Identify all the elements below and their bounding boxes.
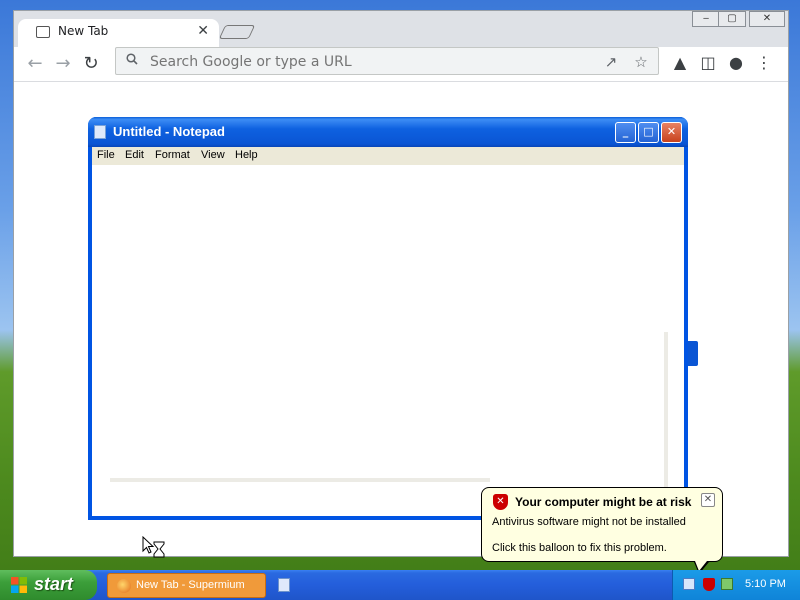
menu-help[interactable]: Help bbox=[235, 149, 258, 161]
start-button[interactable]: start bbox=[0, 570, 97, 600]
menu-file[interactable]: File bbox=[97, 149, 115, 161]
notepad-menu-bar: File Edit Format View Help bbox=[92, 147, 684, 165]
extensions-icon[interactable]: ▲ bbox=[669, 52, 691, 74]
balloon-close-button[interactable]: ✕ bbox=[701, 493, 715, 507]
tab-new-tab[interactable]: New Tab ✕ bbox=[18, 19, 219, 47]
share-icon[interactable]: ↗ bbox=[602, 53, 620, 71]
browser-toolbar: ← → ↻ ↗ ☆ ▲ ◫ ● ⋮ bbox=[14, 47, 788, 82]
taskbar: start New Tab - Supermium 5:10 PM bbox=[0, 570, 800, 600]
browser-close-button[interactable]: ✕ bbox=[749, 11, 785, 27]
notepad-icon bbox=[94, 125, 106, 139]
reload-button[interactable]: ↻ bbox=[80, 53, 102, 74]
back-button[interactable]: ← bbox=[24, 53, 46, 74]
notepad-window: Untitled - Notepad _ □ ✕ File Edit Forma… bbox=[88, 117, 688, 520]
security-center-icon[interactable] bbox=[703, 578, 715, 591]
notepad-maximize-button[interactable]: □ bbox=[638, 122, 659, 143]
search-icon bbox=[126, 53, 138, 65]
sidepanel-icon[interactable]: ◫ bbox=[697, 52, 719, 74]
balloon-line-2: Click this balloon to fix this problem. bbox=[492, 542, 667, 554]
balloon-title: Your computer might be at risk bbox=[515, 495, 692, 509]
menu-format[interactable]: Format bbox=[155, 149, 190, 161]
star-icon[interactable]: ☆ bbox=[632, 53, 650, 71]
tab-close-button[interactable]: ✕ bbox=[197, 23, 209, 39]
balloon-line-1: Antivirus software might not be installe… bbox=[492, 516, 686, 528]
notepad-title: Untitled - Notepad bbox=[113, 124, 225, 139]
notepad-horizontal-scrollbar[interactable] bbox=[110, 478, 490, 482]
system-tray: 5:10 PM bbox=[672, 570, 800, 600]
taskbar-item-browser[interactable]: New Tab - Supermium bbox=[107, 573, 266, 598]
menu-icon[interactable]: ⋮ bbox=[753, 52, 775, 74]
new-tab-favicon-icon bbox=[36, 26, 50, 38]
forward-button[interactable]: → bbox=[52, 53, 74, 74]
browser-maximize-button[interactable]: ▢ bbox=[718, 11, 746, 27]
notepad-text-area[interactable] bbox=[92, 165, 684, 516]
omnibox[interactable]: ↗ ☆ bbox=[115, 47, 659, 75]
new-tab-button[interactable] bbox=[218, 25, 256, 39]
security-shield-icon: ✕ bbox=[493, 494, 508, 510]
quicklaunch-notepad-icon[interactable] bbox=[278, 578, 290, 592]
start-label: start bbox=[34, 574, 74, 594]
clock: 5:10 PM bbox=[745, 578, 786, 590]
notepad-vertical-scrollbar[interactable] bbox=[664, 332, 668, 492]
network-icon[interactable] bbox=[683, 578, 695, 590]
taskbar-item-label: New Tab - Supermium bbox=[136, 579, 245, 591]
security-balloon[interactable]: ✕ Your computer might be at risk ✕ Antiv… bbox=[481, 487, 723, 574]
background-window-fragment bbox=[688, 340, 699, 367]
tab-strip: New Tab ✕ ‒ ▢ ✕ bbox=[14, 11, 788, 47]
supermium-icon bbox=[117, 579, 131, 593]
notepad-body: File Edit Format View Help bbox=[92, 147, 684, 516]
windows-flag-icon bbox=[11, 577, 27, 593]
profile-icon[interactable]: ● bbox=[725, 52, 747, 74]
notepad-title-bar[interactable]: Untitled - Notepad _ □ ✕ bbox=[88, 117, 688, 147]
menu-edit[interactable]: Edit bbox=[125, 149, 144, 161]
tab-title: New Tab bbox=[58, 24, 109, 38]
browser-minimize-button[interactable]: ‒ bbox=[692, 11, 720, 27]
menu-view[interactable]: View bbox=[201, 149, 225, 161]
busy-cursor-icon bbox=[142, 536, 165, 558]
notepad-close-button[interactable]: ✕ bbox=[661, 122, 682, 143]
omnibox-input[interactable] bbox=[148, 51, 592, 73]
notepad-minimize-button[interactable]: _ bbox=[615, 122, 636, 143]
update-icon[interactable] bbox=[721, 578, 733, 590]
